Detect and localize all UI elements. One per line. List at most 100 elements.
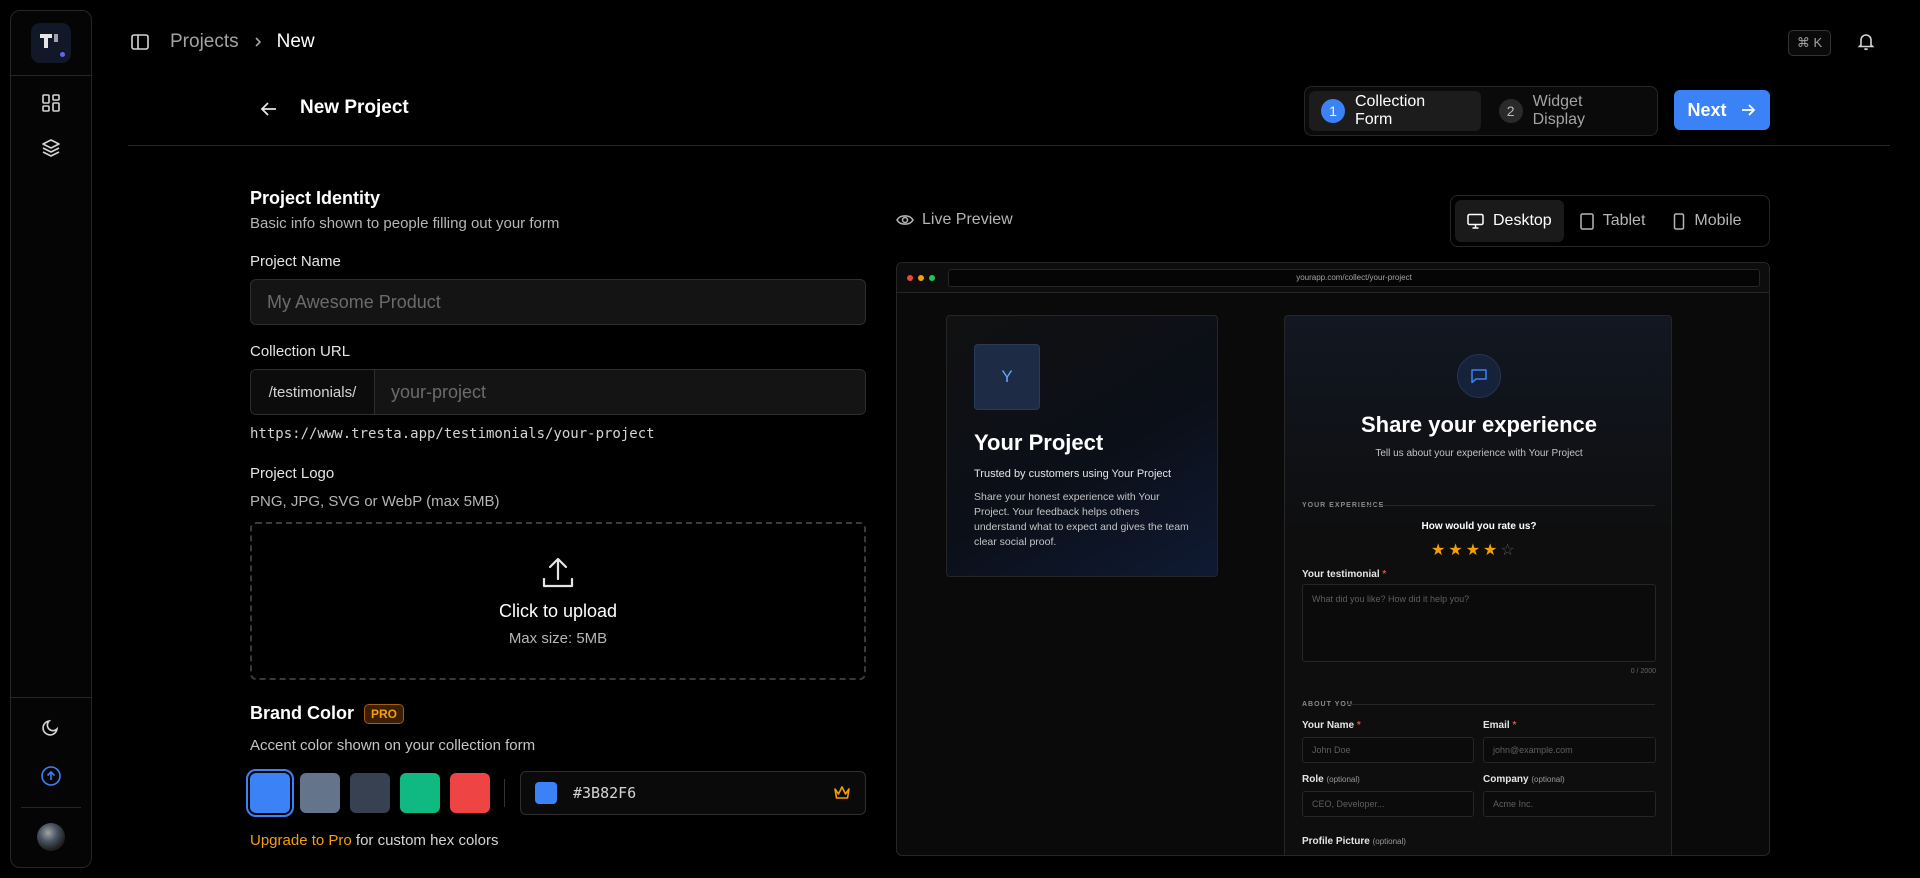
upload-title: Click to upload (498, 601, 618, 621)
project-name-input[interactable]: My Awesome Product (250, 279, 866, 325)
step-collection-form[interactable]: 1 Collection Form (1309, 91, 1481, 131)
star-icon[interactable]: ★ (1431, 540, 1445, 560)
role-label-text: Role (1302, 774, 1324, 785)
color-swatch-blue[interactable] (246, 769, 294, 817)
optional-tag: (optional) (1531, 775, 1565, 784)
company-input[interactable]: Acme Inc. (1483, 791, 1656, 817)
project-subtitle: Trusted by customers using Your Project (974, 468, 1172, 480)
tablet-icon (1579, 212, 1594, 230)
upgrade-note-text: for custom hex colors (351, 832, 499, 849)
step-number: 2 (1498, 99, 1523, 123)
form-subtitle: Tell us about your experience with Your … (1375, 448, 1583, 459)
project-title: Your Project (974, 430, 1104, 455)
logo-hint: PNG, JPG, SVG or WebP (max 5MB) (250, 493, 500, 510)
required-mark: * (1382, 569, 1387, 580)
email-input[interactable]: john@example.com (1483, 737, 1656, 763)
testimonial-label-text: Your testimonial (1302, 569, 1380, 580)
color-swatch-slate[interactable] (300, 773, 340, 813)
company-label: Company (optional) (1483, 774, 1565, 785)
char-counter: 0 / 2000 (1630, 668, 1656, 675)
phone-icon (1674, 212, 1685, 230)
brand-color-label: Brand Color (250, 703, 355, 723)
rating-question: How would you rate us? (1421, 521, 1537, 532)
preview-url: yourapp.com/collect/your-project (948, 268, 1760, 287)
upgrade-note: Upgrade to Pro for custom hex colors (250, 832, 498, 849)
eye-icon (896, 215, 914, 225)
optional-tag: (optional) (1372, 837, 1406, 846)
color-swatch-gray[interactable] (350, 773, 390, 813)
required-mark: * (1512, 720, 1517, 731)
layers-icon[interactable] (39, 136, 63, 160)
device-label: Tablet (1602, 212, 1646, 229)
upload-size: Max size: 5MB (508, 630, 608, 647)
arrow-right-icon (1741, 104, 1755, 116)
upgrade-link[interactable]: Upgrade to Pro (250, 832, 352, 849)
next-button[interactable]: Next (1674, 90, 1770, 130)
testimonial-textarea[interactable]: What did you like? How did it help you? (1302, 584, 1656, 662)
app-logo[interactable] (31, 23, 71, 63)
full-url-preview: https://www.tresta.app/testimonials/your… (250, 426, 655, 442)
testimonial-form-card: Share your experience Tell us about your… (1284, 315, 1672, 855)
role-input[interactable]: CEO, Developer... (1302, 791, 1474, 817)
sidebar (10, 10, 92, 868)
avatar[interactable] (37, 823, 65, 851)
section-title: Project Identity (250, 188, 381, 208)
live-preview-label: Live Preview (896, 211, 1013, 229)
window-dot (918, 274, 924, 281)
logo-upload-dropzone[interactable]: Click to upload Max size: 5MB (250, 522, 866, 680)
section-description: Basic info shown to people filling out y… (250, 215, 560, 232)
upload-icon (542, 557, 574, 588)
hex-color-input[interactable]: #3B82F6 (520, 771, 866, 815)
step-label: Widget Display (1532, 93, 1586, 128)
device-tab-desktop[interactable]: Desktop (1455, 200, 1564, 242)
upgrade-icon[interactable] (39, 764, 63, 788)
breadcrumb-current: New (276, 31, 315, 52)
star-icon[interactable]: ★ (1466, 540, 1480, 560)
step-widget-display[interactable]: 2 Widget Display (1487, 91, 1653, 131)
star-icon[interactable]: ★ (1483, 540, 1497, 560)
star-rating[interactable]: ★ ★ ★ ★ ☆ (1431, 540, 1515, 560)
chevron-right-icon (253, 36, 263, 48)
command-shortcut[interactable]: ⌘ K (1788, 30, 1831, 56)
moon-icon[interactable] (39, 715, 63, 739)
testimonial-label: Your testimonial * (1302, 569, 1386, 580)
bell-icon[interactable] (1856, 31, 1876, 56)
device-tab-mobile[interactable]: Mobile (1661, 200, 1753, 242)
sidebar-toggle-icon[interactable] (130, 32, 150, 52)
project-initial: Y (974, 344, 1040, 410)
hex-color-preview (535, 782, 557, 804)
collection-url-field: /testimonials/ your-project (250, 369, 866, 415)
sidebar-divider (21, 807, 81, 808)
device-tab-tablet[interactable]: Tablet (1568, 200, 1658, 242)
stepper: 1 Collection Form 2 Widget Display (1304, 86, 1658, 136)
page-title: New Project (300, 97, 409, 118)
live-preview-text: Live Preview (922, 211, 1013, 228)
star-icon[interactable]: ★ (1448, 540, 1462, 560)
star-icon[interactable]: ☆ (1500, 540, 1514, 560)
logo-icon (40, 34, 58, 48)
email-label-text: Email (1483, 720, 1510, 731)
optional-tag: (optional) (1326, 775, 1360, 784)
swatch-divider (504, 779, 505, 807)
profile-picture-label-text: Profile Picture (1302, 836, 1370, 847)
name-input[interactable]: John Doe (1302, 737, 1474, 763)
company-label-text: Company (1483, 774, 1529, 785)
color-swatch-red[interactable] (450, 773, 490, 813)
device-label: Desktop (1493, 212, 1552, 229)
project-name-label: Project Name (250, 253, 341, 270)
pro-badge: PRO (364, 703, 405, 724)
back-arrow-icon[interactable] (258, 98, 280, 125)
profile-picture-label: Profile Picture (optional) (1302, 836, 1406, 847)
window-dot (907, 274, 913, 281)
next-label: Next (1687, 99, 1727, 120)
project-brand-card: Y Your Project Trusted by customers usin… (946, 315, 1218, 577)
url-prefix: /testimonials/ (251, 370, 375, 414)
form-title: Share your experience (1360, 412, 1597, 437)
required-mark: * (1356, 720, 1361, 731)
sidebar-divider (11, 75, 91, 76)
color-swatch-green[interactable] (400, 773, 440, 813)
breadcrumb-parent[interactable]: Projects (170, 31, 239, 53)
url-slug-input[interactable]: your-project (375, 370, 865, 414)
section-divider (1365, 505, 1655, 506)
dashboard-icon[interactable] (39, 91, 63, 115)
